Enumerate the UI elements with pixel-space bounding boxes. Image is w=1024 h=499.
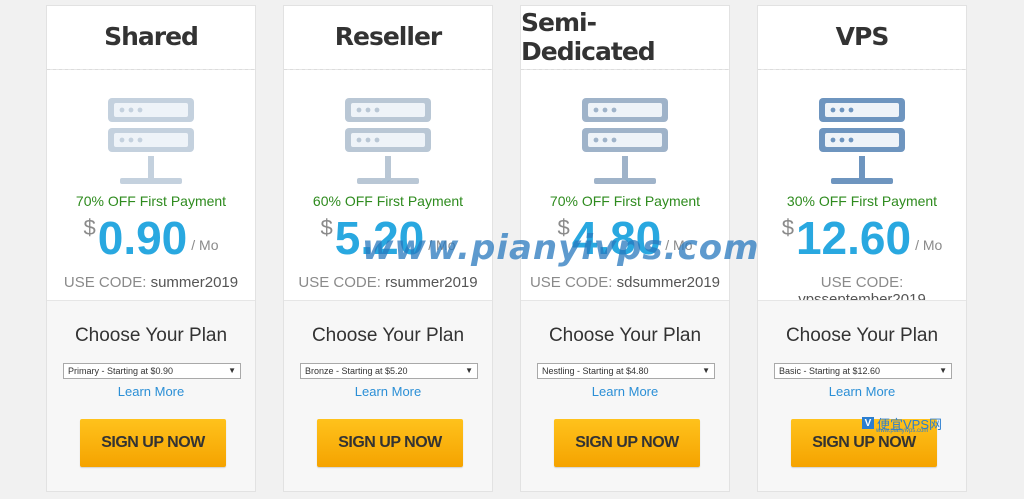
plan-select[interactable]: Bronze - Starting at $5.20 ▼ bbox=[300, 363, 478, 379]
plan-select[interactable]: Primary - Starting at $0.90 ▼ bbox=[63, 363, 241, 379]
promo-code: USE CODE: sdsummer2019 bbox=[521, 274, 729, 291]
promo-code-label: USE CODE: bbox=[298, 274, 381, 291]
choose-plan-heading: Choose Your Plan bbox=[311, 325, 465, 346]
promo-code-label: USE CODE: bbox=[820, 274, 904, 291]
learn-more-link[interactable]: Learn More bbox=[758, 384, 966, 399]
currency-symbol: $ bbox=[557, 215, 570, 240]
promo-code-value: rsummer2019 bbox=[385, 274, 478, 291]
dropdown-arrow-icon: ▼ bbox=[702, 366, 710, 375]
plan-selector-panel: Choose Your Plan Basic - Starting at $12… bbox=[758, 300, 966, 491]
plan-title: VPS bbox=[835, 22, 890, 51]
plan-selector-panel: Choose Your Plan Nestling - Starting at … bbox=[521, 300, 729, 491]
currency-symbol: $ bbox=[320, 215, 333, 240]
offer-text: 70% OFF First Payment bbox=[75, 193, 227, 209]
price: $ 5.20 / Mo bbox=[284, 213, 492, 263]
server-icon bbox=[582, 98, 668, 184]
currency-symbol: $ bbox=[83, 215, 96, 240]
plan-selector-panel: Choose Your Plan Bronze - Starting at $5… bbox=[284, 300, 492, 491]
price-period: / Mo bbox=[191, 237, 219, 253]
price: $ 0.90 / Mo bbox=[47, 213, 255, 263]
sign-up-button[interactable]: SIGN UP NOW bbox=[80, 419, 226, 467]
badge-url: www.pianyivps.com bbox=[876, 428, 929, 434]
plan-header: Shared bbox=[47, 6, 255, 70]
plan-card-reseller: Reseller 60% OFF First Payment $ 5.20 / … bbox=[283, 5, 493, 492]
server-icon bbox=[345, 98, 431, 184]
plan-select-value: Primary - Starting at $0.90 bbox=[68, 366, 174, 376]
site-badge: V 便宜VPS网 www.pianyivps.com bbox=[862, 412, 952, 434]
plan-title: Shared bbox=[104, 22, 199, 51]
price-amount: 4.80 bbox=[571, 212, 662, 264]
promo-code-label: USE CODE: bbox=[529, 274, 613, 291]
sign-up-button[interactable]: SIGN UP NOW bbox=[317, 419, 463, 467]
offer-text: 30% OFF First Payment bbox=[786, 193, 938, 209]
price-period: / Mo bbox=[915, 237, 943, 253]
plan-selector-panel: Choose Your Plan Primary - Starting at $… bbox=[47, 300, 255, 491]
promo-code: USE CODE: rsummer2019 bbox=[284, 274, 492, 291]
promo-code-value: sdsummer2019 bbox=[616, 274, 721, 291]
dropdown-arrow-icon: ▼ bbox=[939, 366, 947, 375]
price: $ 12.60 / Mo bbox=[758, 213, 966, 263]
plan-title: Reseller bbox=[334, 22, 442, 51]
plan-select-value: Nestling - Starting at $4.80 bbox=[542, 366, 649, 376]
price-period: / Mo bbox=[665, 237, 693, 253]
price-amount: 12.60 bbox=[795, 212, 912, 264]
dropdown-arrow-icon: ▼ bbox=[465, 366, 473, 375]
promo-code-label: USE CODE: bbox=[63, 274, 147, 291]
plan-title: Semi-Dedicated bbox=[521, 7, 656, 66]
dropdown-arrow-icon: ▼ bbox=[228, 366, 236, 375]
price-amount: 0.90 bbox=[97, 212, 188, 264]
plan-select-value: Bronze - Starting at $5.20 bbox=[305, 366, 408, 376]
server-icon bbox=[108, 98, 194, 184]
plan-header: VPS bbox=[758, 6, 966, 70]
promo-code-value: summer2019 bbox=[150, 274, 239, 291]
offer-text: 70% OFF First Payment bbox=[549, 193, 701, 209]
choose-plan-heading: Choose Your Plan bbox=[785, 325, 939, 346]
learn-more-link[interactable]: Learn More bbox=[521, 384, 729, 399]
learn-more-link[interactable]: Learn More bbox=[47, 384, 255, 399]
plan-header: Semi-Dedicated bbox=[521, 6, 729, 70]
choose-plan-heading: Choose Your Plan bbox=[74, 325, 228, 346]
currency-symbol: $ bbox=[781, 215, 794, 240]
plan-card-shared: Shared 70% OFF First Payment $ 0.90 / Mo… bbox=[46, 5, 256, 492]
badge-logo: V bbox=[862, 417, 874, 429]
plan-select-value: Basic - Starting at $12.60 bbox=[779, 366, 881, 376]
choose-plan-heading: Choose Your Plan bbox=[548, 325, 702, 346]
plan-select[interactable]: Basic - Starting at $12.60 ▼ bbox=[774, 363, 952, 379]
server-icon bbox=[819, 98, 905, 184]
price: $ 4.80 / Mo bbox=[521, 213, 729, 263]
plan-select[interactable]: Nestling - Starting at $4.80 ▼ bbox=[537, 363, 715, 379]
promo-code: USE CODE: summer2019 bbox=[47, 274, 255, 291]
sign-up-button[interactable]: SIGN UP NOW bbox=[554, 419, 700, 467]
offer-text: 60% OFF First Payment bbox=[312, 193, 464, 209]
plan-card-semi-dedicated: Semi-Dedicated 70% OFF First Payment $ 4… bbox=[520, 5, 730, 492]
price-amount: 5.20 bbox=[334, 212, 425, 264]
learn-more-link[interactable]: Learn More bbox=[284, 384, 492, 399]
price-period: / Mo bbox=[428, 237, 456, 253]
plan-header: Reseller bbox=[284, 6, 492, 70]
